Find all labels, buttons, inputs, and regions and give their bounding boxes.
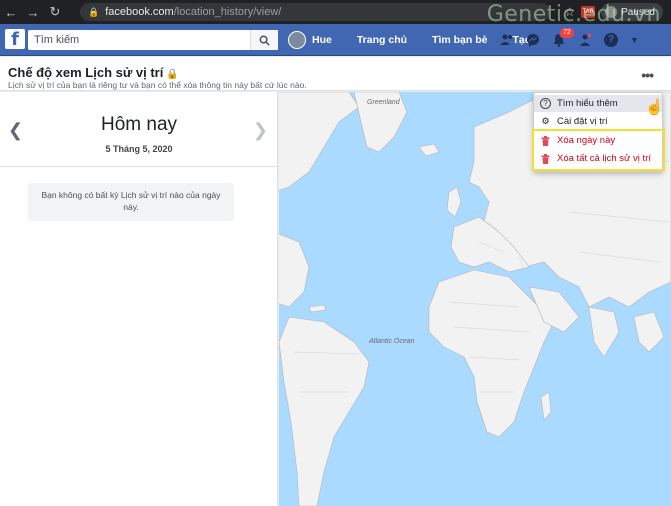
address-bar[interactable]: 🔒 facebook.com/location_history/view/ xyxy=(80,3,550,21)
profile-avatar xyxy=(605,6,618,18)
extension-icon[interactable]: TAB xyxy=(581,6,596,18)
browser-toolbar: ← → ↻ 🔒 facebook.com/location_history/vi… xyxy=(0,0,671,27)
map-label-greenland: Greenland xyxy=(367,99,400,106)
bookmark-star-icon[interactable]: ☆ xyxy=(564,5,575,19)
nav-find-friends[interactable]: Tìm bạn bè xyxy=(420,24,500,56)
day-panel: ❮ Hôm nay 5 Tháng 5, 2020 ❯ Bạn không có… xyxy=(0,92,278,506)
lock-icon: 🔒 xyxy=(88,6,100,17)
url-path: /location_history/view/ xyxy=(173,6,282,18)
friend-requests-icon[interactable] xyxy=(500,33,514,47)
page-title: Chế độ xem Lịch sử vị trí 🔒 xyxy=(8,65,179,80)
reload-icon[interactable]: ↻ xyxy=(44,0,66,24)
avatar xyxy=(288,31,306,49)
search-box xyxy=(28,30,278,50)
search-button[interactable] xyxy=(250,30,278,50)
user-name: Hue xyxy=(312,34,332,46)
menu-item-location-settings[interactable]: ⚙ Cài đặt vị trí xyxy=(534,113,662,130)
menu-item-label: Tìm hiểu thêm xyxy=(557,98,618,109)
question-icon: ? xyxy=(540,98,551,109)
page-subtitle: Lịch sử vị trí của bạn là riêng tư và bạ… xyxy=(8,80,307,90)
map-label-atlantic: Atlantic Ocean xyxy=(369,338,415,345)
search-icon xyxy=(259,35,270,46)
messenger-icon[interactable] xyxy=(526,33,540,47)
next-day-chevron-icon[interactable]: ❯ xyxy=(253,120,268,141)
date-label: 5 Tháng 5, 2020 xyxy=(105,144,173,154)
facebook-header: f Hue Trang chủ Tìm bạn bè Tạo 72 xyxy=(0,24,671,56)
page-header: Chế độ xem Lịch sử vị trí 🔒 Lịch sử vị tr… xyxy=(0,57,671,91)
search-input[interactable] xyxy=(28,34,248,46)
profile-status: Paused xyxy=(621,6,655,18)
date-navigator: ❮ Hôm nay 5 Tháng 5, 2020 ❯ xyxy=(0,92,278,167)
profile-button[interactable]: Paused xyxy=(601,3,663,21)
empty-history-message: Bạn không có bất kỳ Lịch sử vị trí nào c… xyxy=(28,183,234,221)
lock-icon: 🔒 xyxy=(166,69,179,80)
page-title-text: Chế độ xem Lịch sử vị trí xyxy=(8,65,164,80)
notification-badge: 72 xyxy=(559,27,575,39)
back-icon[interactable]: ← xyxy=(0,0,22,24)
nav-home[interactable]: Trang chủ xyxy=(345,24,420,56)
facebook-logo-icon[interactable]: f xyxy=(5,29,25,49)
forward-icon[interactable]: → xyxy=(22,0,44,24)
account-menu-icon[interactable]: ▼ xyxy=(630,35,639,45)
notifications-icon[interactable]: 72 xyxy=(552,27,575,47)
gear-icon: ⚙ xyxy=(541,116,550,126)
url-domain: facebook.com xyxy=(105,6,174,18)
menu-item-label: Cài đặt vị trí xyxy=(557,116,608,127)
hand-cursor-icon: ☝ xyxy=(645,99,664,116)
more-options-button[interactable]: ••• xyxy=(641,67,654,83)
profile-link[interactable]: Hue xyxy=(288,24,345,56)
groups-icon[interactable] xyxy=(578,33,592,47)
help-icon[interactable]: ? xyxy=(604,33,618,47)
day-label: Hôm nay xyxy=(100,114,178,135)
highlight-box xyxy=(532,129,665,171)
menu-item-learn-more[interactable]: ? Tìm hiểu thêm xyxy=(534,95,662,112)
